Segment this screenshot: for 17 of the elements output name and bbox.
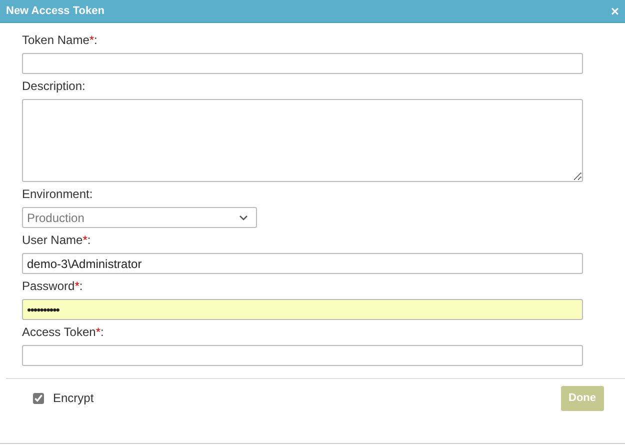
close-button[interactable]: ×	[610, 4, 619, 18]
encrypt-checkbox[interactable]	[33, 392, 44, 404]
chevron-down-icon	[239, 214, 248, 220]
field-label: Description:	[22, 79, 86, 93]
description-field[interactable]	[22, 99, 583, 182]
input-field[interactable]	[22, 345, 583, 366]
dialog-title: New Access Token	[6, 4, 104, 19]
input-field[interactable]	[22, 53, 583, 74]
field-label: Password*:	[22, 279, 84, 293]
field-label: Environment:	[22, 187, 94, 201]
input-field[interactable]: demo-3\Administrator	[22, 253, 583, 274]
password-field[interactable]: ••••••••••	[22, 299, 583, 320]
encrypt-label: Encrypt	[53, 390, 94, 407]
environment-select[interactable]: Production	[22, 207, 257, 228]
field-label: User Name*:	[22, 233, 92, 247]
field-label: Access Token*:	[22, 325, 105, 339]
field-label: Token Name*:	[22, 33, 98, 47]
